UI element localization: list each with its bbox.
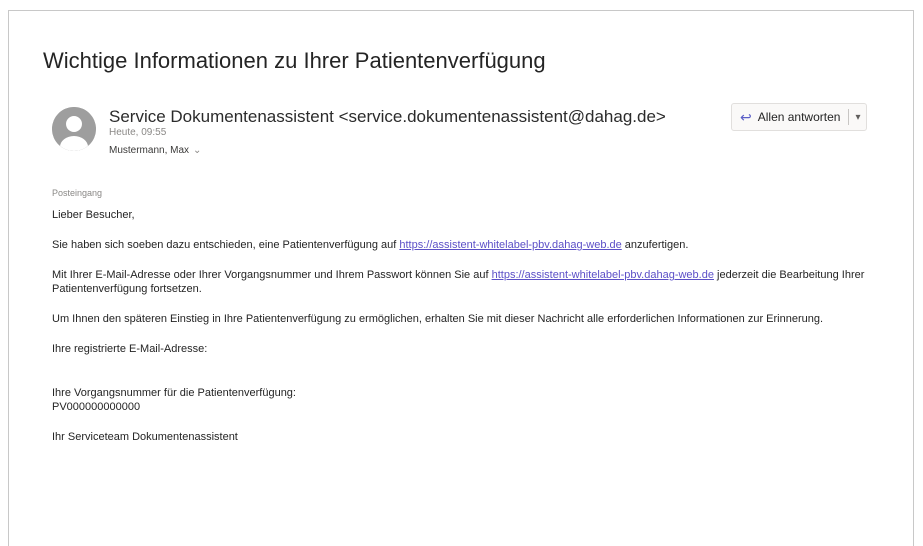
sender-name[interactable]: Service Dokumentenassistent <service.dok… [109,107,666,127]
paragraph-2: Mit Ihrer E-Mail-Adresse oder Ihrer Vorg… [52,268,882,296]
paragraph-1-end: anzufertigen. [621,239,689,251]
paragraph-1-text: Sie haben sich soeben dazu entschieden, … [52,239,400,251]
email-body: Lieber Besucher, Sie haben sich soeben d… [52,208,882,444]
reply-all-label: Allen antworten [757,110,841,124]
vorgang-number: PV000000000000 [52,401,141,413]
chevron-down-icon[interactable]: ⌄ [193,145,201,156]
email-date: Heute, 09:55 [109,127,167,138]
email-subject: Wichtige Informationen zu Ihrer Patiente… [43,48,546,73]
signature: Ihr Serviceteam Dokumentenassistent [52,431,238,443]
divider [848,109,850,125]
paragraph-3: Um Ihnen den späteren Einstieg in Ihre P… [52,313,824,325]
recipient-name[interactable]: Mustermann, Max [109,145,189,156]
reply-all-icon: ↩ [740,108,752,125]
greeting: Lieber Besucher, [52,209,135,221]
vorgang-label: Ihre Vorgangsnummer für die Patientenver… [52,387,296,399]
paragraph-2-text: Mit Ihrer E-Mail-Adresse oder Ihrer Vorg… [52,269,492,281]
reply-all-button[interactable]: ↩ Allen antworten ▾ [731,103,868,131]
folder-label: Posteingang [52,188,103,198]
recipient-line[interactable]: Mustermann, Max ⌄ [109,145,201,156]
person-avatar-icon[interactable] [52,107,96,151]
paragraph-1: Sie haben sich soeben dazu entschieden, … [52,238,882,252]
assistant-link[interactable]: https://assistent-whitelabel-pbv.dahag-w… [399,239,621,251]
email-address-label: Ihre registrierte E-Mail-Adresse: [52,343,208,355]
chevron-down-icon[interactable]: ▾ [855,112,860,123]
assistant-link-2[interactable]: https://assistent-whitelabel-pbv.dahag-w… [492,269,714,281]
